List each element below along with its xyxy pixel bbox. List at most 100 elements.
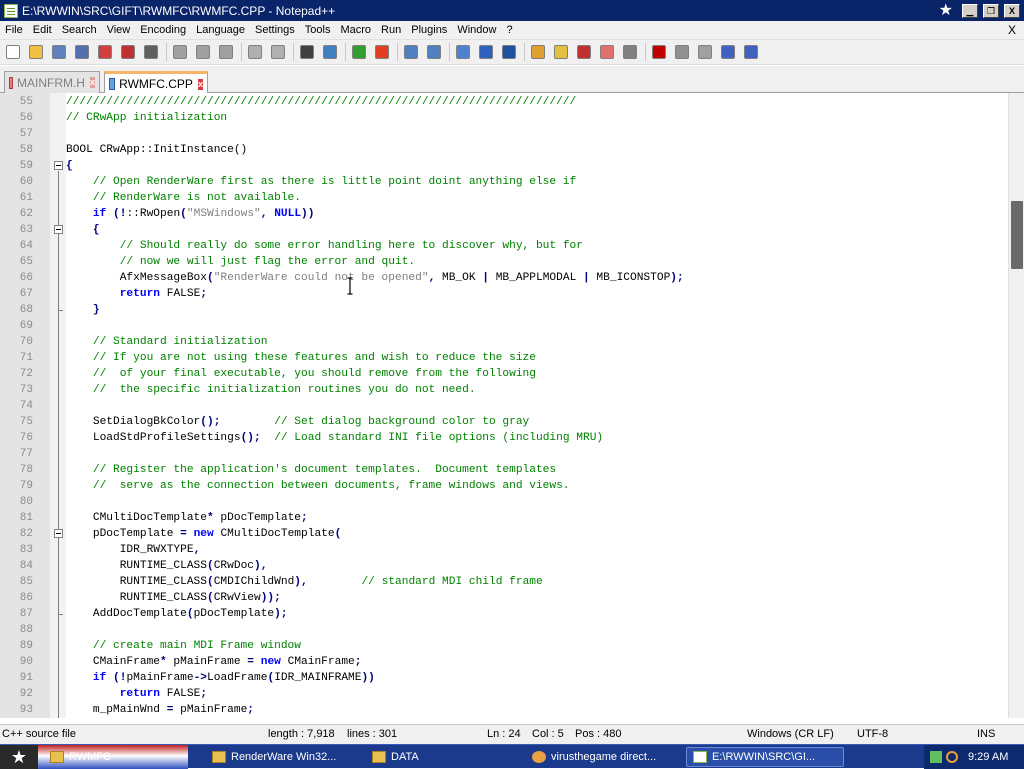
find-icon[interactable]	[298, 43, 316, 61]
user-define-language-icon[interactable]	[529, 43, 547, 61]
show-all-chars-icon[interactable]	[477, 43, 495, 61]
code-line[interactable]: {	[66, 222, 100, 238]
folder-as-workspace-icon[interactable]	[598, 43, 616, 61]
function-list-icon[interactable]	[575, 43, 593, 61]
copy-icon[interactable]	[194, 43, 212, 61]
code-line[interactable]: AfxMessageBox("RenderWare could not be o…	[66, 270, 684, 286]
save-icon[interactable]	[50, 43, 68, 61]
menu-tools[interactable]: Tools	[300, 21, 336, 40]
menu-search[interactable]: Search	[57, 21, 102, 40]
code-line[interactable]: // the specific initialization routines …	[66, 382, 476, 398]
code-line[interactable]: BOOL CRwApp::InitInstance()	[66, 142, 247, 158]
fold-toggle-icon[interactable]	[54, 225, 63, 234]
code-line[interactable]: // Should really do some error handling …	[66, 238, 583, 254]
save-all-icon[interactable]	[73, 43, 91, 61]
search-icon[interactable]	[946, 751, 958, 763]
code-line[interactable]: {	[66, 158, 73, 174]
tab-rwmfc-cpp[interactable]: RWMFC.CPP x	[104, 71, 208, 94]
sync-vertical-icon[interactable]	[402, 43, 420, 61]
code-line[interactable]: return FALSE;	[66, 286, 207, 302]
fold-margin[interactable]	[50, 93, 66, 718]
code-line[interactable]: CMainFrame* pMainFrame = new CMainFrame;	[66, 654, 362, 670]
clock[interactable]: 9:29 AM	[968, 751, 1008, 763]
code-line[interactable]: LoadStdProfileSettings(); // Load standa…	[66, 430, 603, 446]
code-line[interactable]: RUNTIME_CLASS(CRwView));	[66, 590, 281, 606]
word-wrap-icon[interactable]	[454, 43, 472, 61]
zoom-out-icon[interactable]	[373, 43, 391, 61]
play-multiple-icon[interactable]	[719, 43, 737, 61]
menu-edit[interactable]: Edit	[28, 21, 57, 40]
stop-record-icon[interactable]	[673, 43, 691, 61]
code-line[interactable]: RUNTIME_CLASS(CMDIChildWnd), // standard…	[66, 574, 543, 590]
code-line[interactable]: AddDocTemplate(pDocTemplate);	[66, 606, 288, 622]
code-line[interactable]: // now we will just flag the error and q…	[66, 254, 415, 270]
menu-macro[interactable]: Macro	[335, 21, 376, 40]
taskbar-item-renderware[interactable]: RenderWare Win32...	[206, 747, 364, 767]
replace-icon[interactable]	[321, 43, 339, 61]
menu-view[interactable]: View	[102, 21, 136, 40]
save-macro-icon[interactable]	[742, 43, 760, 61]
code-area[interactable]: ////////////////////////////////////////…	[66, 93, 1008, 718]
start-button[interactable]: ★	[0, 745, 38, 769]
code-line[interactable]: return FALSE;	[66, 686, 207, 702]
code-line[interactable]: // create main MDI Frame window	[66, 638, 301, 654]
tab-close-icon[interactable]: x	[197, 78, 203, 90]
tab-mainfrm-h[interactable]: MAINFRM.H x	[4, 71, 100, 93]
menu-file[interactable]: File	[0, 21, 28, 40]
code-line[interactable]: m_pMainWnd = pMainFrame;	[66, 702, 254, 718]
menu-encoding[interactable]: Encoding	[135, 21, 191, 40]
network-icon[interactable]	[930, 751, 942, 763]
code-line[interactable]: // of your final executable, you should …	[66, 366, 536, 382]
monitoring-icon[interactable]	[621, 43, 639, 61]
code-line[interactable]: // Register the application's document t…	[66, 462, 556, 478]
menu-settings[interactable]: Settings	[250, 21, 300, 40]
menu-language[interactable]: Language	[191, 21, 250, 40]
close-all-icon[interactable]	[119, 43, 137, 61]
doc-map-icon[interactable]	[552, 43, 570, 61]
code-line[interactable]: // Open RenderWare first as there is lit…	[66, 174, 576, 190]
document-close-button[interactable]: X	[1003, 21, 1024, 40]
close-button[interactable]: X	[1004, 3, 1020, 18]
fold-toggle-icon[interactable]	[54, 529, 63, 538]
redo-icon[interactable]	[269, 43, 287, 61]
code-line[interactable]: // RenderWare is not available.	[66, 190, 301, 206]
code-line[interactable]: // Standard initialization	[66, 334, 268, 350]
restore-button[interactable]: ❐	[983, 3, 999, 18]
taskbar-item-data[interactable]: DATA	[366, 747, 524, 767]
code-line[interactable]: CMultiDocTemplate* pDocTemplate;	[66, 510, 308, 526]
status-encoding[interactable]: UTF-8	[857, 728, 888, 740]
code-line[interactable]: // serve as the connection between docum…	[66, 478, 570, 494]
star-icon[interactable]: ★	[939, 2, 953, 19]
close-icon[interactable]	[96, 43, 114, 61]
code-line[interactable]: if (!pMainFrame->LoadFrame(IDR_MAINFRAME…	[66, 670, 375, 686]
indent-guide-icon[interactable]	[500, 43, 518, 61]
code-line[interactable]: SetDialogBkColor(); // Set dialog backgr…	[66, 414, 529, 430]
code-line[interactable]: if (!::RwOpen("MSWindows", NULL))	[66, 206, 315, 222]
code-line[interactable]: // If you are not using these features a…	[66, 350, 536, 366]
taskbar-item-notepadpp[interactable]: E:\RWWIN\SRC\GI...	[686, 747, 844, 767]
code-line[interactable]: pDocTemplate = new CMultiDocTemplate(	[66, 526, 341, 542]
undo-icon[interactable]	[246, 43, 264, 61]
code-line[interactable]: RUNTIME_CLASS(CRwDoc),	[66, 558, 268, 574]
menu-plugins[interactable]: Plugins	[406, 21, 452, 40]
paste-icon[interactable]	[217, 43, 235, 61]
taskbar-item-virusthegame[interactable]: virusthegame direct...	[526, 747, 678, 767]
vertical-scrollbar[interactable]	[1008, 93, 1024, 718]
tab-close-icon[interactable]: x	[89, 77, 95, 88]
fold-toggle-icon[interactable]	[54, 161, 63, 170]
code-line[interactable]: IDR_RWXTYPE,	[66, 542, 201, 558]
cut-icon[interactable]	[171, 43, 189, 61]
editor[interactable]: 55 56 57 58 59 60 61 62 63 64 65 66 67 68 69 70 71 72 73 74…	[0, 93, 1024, 718]
zoom-in-icon[interactable]	[350, 43, 368, 61]
scrollbar-thumb[interactable]	[1011, 201, 1023, 269]
sync-horizontal-icon[interactable]	[425, 43, 443, 61]
status-mode[interactable]: INS	[977, 728, 995, 740]
menu-window[interactable]: Window	[452, 21, 501, 40]
new-file-icon[interactable]	[4, 43, 22, 61]
status-eol[interactable]: Windows (CR LF)	[747, 728, 834, 740]
code-line[interactable]: ////////////////////////////////////////…	[66, 94, 576, 110]
code-line[interactable]: }	[66, 302, 100, 318]
minimize-button[interactable]: ▁	[962, 3, 978, 18]
menu-help[interactable]: ?	[501, 21, 517, 40]
play-macro-icon[interactable]	[696, 43, 714, 61]
